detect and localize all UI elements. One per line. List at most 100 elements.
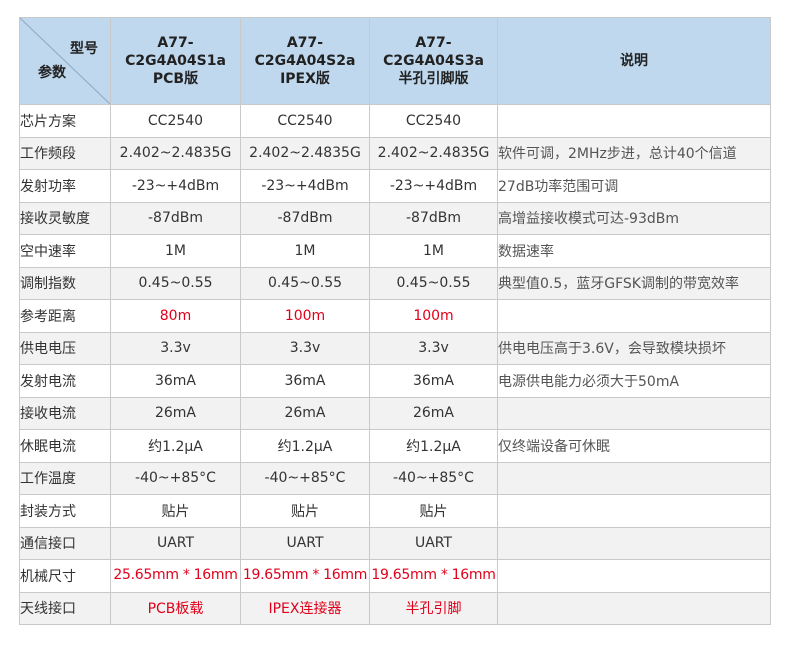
table-row: 发射功率 -23~+4dBm -23~+4dBm -23~+4dBm 27dB功… bbox=[19, 169, 771, 203]
value-cell: 19.65mm * 16mm bbox=[240, 559, 370, 593]
header-model-2: A77- C2G4A04S2a IPEX版 bbox=[240, 17, 370, 105]
note-cell: 供电电压高于3.6V，会导致模块损坏 bbox=[497, 331, 771, 365]
value-cell: 36mA bbox=[369, 364, 498, 398]
table-row: 工作频段 2.402~2.4835G 2.402~2.4835G 2.402~2… bbox=[19, 136, 771, 170]
value-cell: 0.45~0.55 bbox=[240, 266, 370, 300]
table-row: 接收灵敏度 -87dBm -87dBm -87dBm 高增益接收模式可达-93d… bbox=[19, 201, 771, 235]
value-cell: 19.65mm * 16mm bbox=[369, 559, 498, 593]
table-body: 芯片方案 CC2540 CC2540 CC2540 工作频段 2.402~2.4… bbox=[19, 104, 771, 625]
header-note: 说明 bbox=[497, 17, 771, 105]
value-cell: 1M bbox=[240, 234, 370, 268]
value-cell: 36mA bbox=[110, 364, 241, 398]
table-row: 芯片方案 CC2540 CC2540 CC2540 bbox=[19, 104, 771, 138]
note-cell: 27dB功率范围可调 bbox=[497, 169, 771, 203]
value-text: 25.65mm * 16mm bbox=[113, 567, 238, 583]
param-cell: 调制指数 bbox=[19, 266, 111, 300]
param-cell: 供电电压 bbox=[19, 331, 111, 365]
model-1-line-3: PCB版 bbox=[152, 71, 199, 87]
module-spec-table: 型号 参数 A77- C2G4A04S1a PCB版 A77- C2G4A04S… bbox=[19, 17, 771, 625]
value-cell: -40~+85°C bbox=[110, 461, 241, 495]
value-cell: -40~+85°C bbox=[240, 461, 370, 495]
value-cell: 36mA bbox=[240, 364, 370, 398]
value-cell: 26mA bbox=[369, 396, 498, 430]
note-cell: 仅终端设备可休眠 bbox=[497, 429, 771, 463]
table-row: 天线接口 PCB板载 IPEX连接器 半孔引脚 bbox=[19, 591, 771, 625]
header-corner-cell: 型号 参数 bbox=[19, 17, 111, 105]
model-2-line-2: C2G4A04S2a bbox=[254, 53, 356, 69]
param-cell: 天线接口 bbox=[19, 591, 111, 625]
value-cell: CC2540 bbox=[369, 104, 498, 138]
value-cell: 3.3v bbox=[369, 331, 498, 365]
value-cell: UART bbox=[240, 526, 370, 560]
param-cell: 接收灵敏度 bbox=[19, 201, 111, 235]
note-cell: 典型值0.5，蓝牙GFSK调制的带宽效率 bbox=[497, 266, 771, 300]
value-cell: CC2540 bbox=[110, 104, 241, 138]
table-row: 休眠电流 约1.2μA 约1.2μA 约1.2μA 仅终端设备可休眠 bbox=[19, 429, 771, 463]
value-cell: 0.45~0.55 bbox=[369, 266, 498, 300]
note-cell: 软件可调，2MHz步进，总计40个信道 bbox=[497, 136, 771, 170]
value-text: 19.65mm * 16mm bbox=[242, 567, 368, 583]
model-2-line-3: IPEX版 bbox=[280, 71, 330, 87]
note-cell bbox=[497, 591, 771, 625]
value-cell: 25.65mm * 16mm bbox=[110, 559, 241, 593]
table-row: 供电电压 3.3v 3.3v 3.3v 供电电压高于3.6V，会导致模块损坏 bbox=[19, 331, 771, 365]
value-text: 19.65mm * 16mm bbox=[371, 567, 496, 583]
value-cell: 26mA bbox=[110, 396, 241, 430]
table-row: 空中速率 1M 1M 1M 数据速率 bbox=[19, 234, 771, 268]
model-3-line-1: A77- bbox=[415, 35, 452, 51]
table-row: 参考距离 80m 100m 100m bbox=[19, 299, 771, 333]
table-row: 接收电流 26mA 26mA 26mA bbox=[19, 396, 771, 430]
value-cell: 1M bbox=[369, 234, 498, 268]
note-cell bbox=[497, 299, 771, 333]
table-row: 调制指数 0.45~0.55 0.45~0.55 0.45~0.55 典型值0.… bbox=[19, 266, 771, 300]
diagonal-divider bbox=[20, 18, 110, 104]
value-cell: 约1.2μA bbox=[369, 429, 498, 463]
param-cell: 工作温度 bbox=[19, 461, 111, 495]
param-cell: 封装方式 bbox=[19, 494, 111, 528]
value-cell: 1M bbox=[110, 234, 241, 268]
value-cell: 2.402~2.4835G bbox=[369, 136, 498, 170]
model-1-line-2: C2G4A04S1a bbox=[125, 53, 226, 69]
value-cell: CC2540 bbox=[240, 104, 370, 138]
value-cell: 0.45~0.55 bbox=[110, 266, 241, 300]
param-cell: 机械尺寸 bbox=[19, 559, 111, 593]
value-cell: IPEX连接器 bbox=[240, 591, 370, 625]
param-cell: 发射功率 bbox=[19, 169, 111, 203]
param-cell: 休眠电流 bbox=[19, 429, 111, 463]
value-cell: 3.3v bbox=[110, 331, 241, 365]
param-cell: 芯片方案 bbox=[19, 104, 111, 138]
note-cell bbox=[497, 396, 771, 430]
note-cell: 电源供电能力必须大于50mA bbox=[497, 364, 771, 398]
param-cell: 参考距离 bbox=[19, 299, 111, 333]
value-cell: -87dBm bbox=[240, 201, 370, 235]
value-cell: 贴片 bbox=[240, 494, 370, 528]
value-cell: -23~+4dBm bbox=[240, 169, 370, 203]
value-cell: 2.402~2.4835G bbox=[110, 136, 241, 170]
header-model-3: A77- C2G4A04S3a 半孔引脚版 bbox=[369, 17, 498, 105]
value-cell: 100m bbox=[369, 299, 498, 333]
value-cell: -40~+85°C bbox=[369, 461, 498, 495]
header-model-1: A77- C2G4A04S1a PCB版 bbox=[110, 17, 241, 105]
param-cell: 空中速率 bbox=[19, 234, 111, 268]
note-cell bbox=[497, 526, 771, 560]
value-cell: 约1.2μA bbox=[240, 429, 370, 463]
value-cell: -23~+4dBm bbox=[369, 169, 498, 203]
param-cell: 发射电流 bbox=[19, 364, 111, 398]
param-cell: 通信接口 bbox=[19, 526, 111, 560]
note-cell bbox=[497, 494, 771, 528]
model-1-line-1: A77- bbox=[157, 35, 194, 51]
value-cell: 约1.2μA bbox=[110, 429, 241, 463]
value-cell: -87dBm bbox=[110, 201, 241, 235]
note-cell: 高增益接收模式可达-93dBm bbox=[497, 201, 771, 235]
param-cell: 工作频段 bbox=[19, 136, 111, 170]
model-3-line-2: C2G4A04S3a bbox=[383, 53, 484, 69]
value-cell: 2.402~2.4835G bbox=[240, 136, 370, 170]
model-2-line-1: A77- bbox=[286, 35, 324, 51]
value-cell: 贴片 bbox=[110, 494, 241, 528]
value-cell: -87dBm bbox=[369, 201, 498, 235]
value-cell: 80m bbox=[110, 299, 241, 333]
value-cell: 3.3v bbox=[240, 331, 370, 365]
note-cell: 数据速率 bbox=[497, 234, 771, 268]
value-cell: UART bbox=[369, 526, 498, 560]
value-cell: 贴片 bbox=[369, 494, 498, 528]
